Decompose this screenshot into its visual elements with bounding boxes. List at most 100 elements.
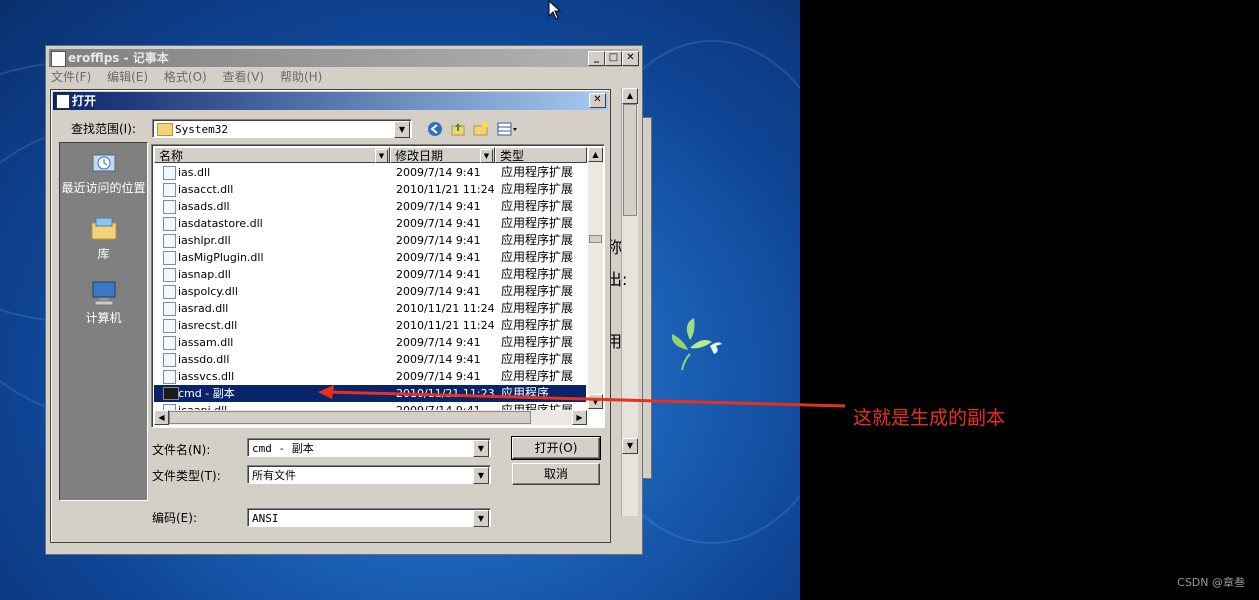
dll-file-icon xyxy=(163,370,176,384)
notepad-title: erofflps - 记事本 xyxy=(68,51,169,65)
scroll-up-icon[interactable]: ▲ xyxy=(588,147,603,162)
minimize-button[interactable]: _ xyxy=(588,51,605,66)
file-type: 应用程序扩展 xyxy=(501,267,574,281)
lookin-value: System32 xyxy=(175,123,228,136)
cancel-button[interactable]: 取消 xyxy=(512,463,600,485)
file-type: 应用程序扩展 xyxy=(501,250,574,264)
filename-input[interactable]: cmd - 副本 ▼ xyxy=(247,438,491,457)
file-type: 应用程序扩展 xyxy=(501,216,574,230)
column-sort-icon[interactable]: ▼ xyxy=(375,149,388,163)
place-libraries-label: 库 xyxy=(97,247,110,261)
cmd-app-icon xyxy=(163,387,179,400)
mouse-cursor-icon xyxy=(548,0,562,20)
dll-file-icon xyxy=(163,251,176,265)
open-file-dialog: 打开 ✕ 查找范围(I): System32 ▼ 最近访问的位置 库 计算机 名… xyxy=(50,89,611,543)
file-row[interactable]: ias.dll 2009/7/14 9:41 应用程序扩展 xyxy=(154,164,586,181)
filetype-value: 所有文件 xyxy=(252,469,296,482)
file-name: iassvcs.dll xyxy=(178,370,235,383)
file-name: iaspolcy.dll xyxy=(178,285,238,298)
dll-file-icon xyxy=(163,319,176,333)
file-row[interactable]: iashlpr.dll 2009/7/14 9:41 应用程序扩展 xyxy=(154,232,586,249)
file-name: IasMigPlugin.dll xyxy=(178,251,264,264)
dll-file-icon xyxy=(163,234,176,248)
file-row[interactable]: iasdatastore.dll 2009/7/14 9:41 应用程序扩展 xyxy=(154,215,586,232)
up-folder-icon[interactable] xyxy=(450,121,466,137)
recent-places-icon xyxy=(92,154,115,172)
column-name[interactable]: 名称 ▼ xyxy=(154,147,390,163)
file-date: 2009/7/14 9:41 xyxy=(396,353,481,366)
file-name: iasads.dll xyxy=(178,200,230,213)
menu-view[interactable]: 查看(V) xyxy=(223,70,265,84)
menu-file[interactable]: 文件(F) xyxy=(51,70,91,84)
filename-value: cmd - 副本 xyxy=(252,442,314,455)
maximize-button[interactable]: □ xyxy=(605,51,622,66)
place-recent-label: 最近访问的位置 xyxy=(61,181,146,195)
file-row[interactable]: iassam.dll 2009/7/14 9:41 应用程序扩展 xyxy=(154,334,586,351)
file-row[interactable]: iasrecst.dll 2010/11/21 11:24 应用程序扩展 xyxy=(154,317,586,334)
places-bar: 最近访问的位置 库 计算机 xyxy=(59,142,148,501)
file-row[interactable]: iasrad.dll 2010/11/21 11:24 应用程序扩展 xyxy=(154,300,586,317)
dll-file-icon xyxy=(163,166,176,180)
file-date: 2009/7/14 9:41 xyxy=(396,336,481,349)
scroll-thumb[interactable] xyxy=(623,104,637,216)
back-icon[interactable] xyxy=(427,121,443,137)
file-row[interactable]: iaspolcy.dll 2009/7/14 9:41 应用程序扩展 xyxy=(154,283,586,300)
notepad-titlebar[interactable]: erofflps - 记事本 _ □ ✕ xyxy=(49,49,639,67)
place-recent[interactable]: 最近访问的位置 xyxy=(60,149,147,196)
place-computer[interactable]: 计算机 xyxy=(60,279,147,326)
column-type[interactable]: 类型 xyxy=(495,147,587,163)
scroll-thumb[interactable] xyxy=(589,235,602,243)
column-sort-icon[interactable]: ▼ xyxy=(480,149,493,163)
file-type: 应用程序扩展 xyxy=(501,352,574,366)
file-type: 应用程序扩展 xyxy=(501,165,574,179)
scroll-down-icon[interactable]: ▼ xyxy=(622,438,638,454)
file-row[interactable]: iasads.dll 2009/7/14 9:41 应用程序扩展 xyxy=(154,198,586,215)
file-name: iasdatastore.dll xyxy=(178,217,263,230)
file-list-vscroll[interactable]: ▲ ▼ xyxy=(588,147,603,409)
file-type: 应用程序扩展 xyxy=(501,233,574,247)
chevron-down-icon[interactable]: ▼ xyxy=(473,440,489,457)
view-menu-icon[interactable] xyxy=(497,121,519,137)
file-date: 2010/11/21 11:24 xyxy=(396,183,495,196)
dialog-close-button[interactable]: ✕ xyxy=(589,93,606,108)
encoding-select[interactable]: ANSI ▼ xyxy=(247,508,491,527)
chevron-down-icon[interactable]: ▼ xyxy=(394,121,410,138)
menu-edit[interactable]: 编辑(E) xyxy=(107,70,148,84)
file-type: 应用程序扩展 xyxy=(501,182,574,196)
file-type: 应用程序扩展 xyxy=(501,318,574,332)
file-row[interactable]: iassdo.dll 2009/7/14 9:41 应用程序扩展 xyxy=(154,351,586,368)
dll-file-icon xyxy=(163,302,176,316)
dialog-title: 打开 xyxy=(72,94,97,108)
dll-file-icon xyxy=(163,183,176,197)
chevron-down-icon[interactable]: ▼ xyxy=(473,510,489,527)
file-name: iasrad.dll xyxy=(178,302,229,315)
close-button[interactable]: ✕ xyxy=(622,51,639,66)
lookin-label: 查找范围(I): xyxy=(71,122,136,136)
dll-file-icon xyxy=(163,285,176,299)
place-libraries[interactable]: 库 xyxy=(60,215,147,262)
scroll-left-icon[interactable]: ◀ xyxy=(154,410,169,425)
column-type-label: 类型 xyxy=(500,149,525,163)
open-button[interactable]: 打开(O) xyxy=(511,436,601,460)
folder-icon xyxy=(157,123,173,136)
menu-help[interactable]: 帮助(H) xyxy=(280,70,322,84)
file-row[interactable]: iasacct.dll 2010/11/21 11:24 应用程序扩展 xyxy=(154,181,586,198)
menu-format[interactable]: 格式(O) xyxy=(164,70,207,84)
libraries-icon xyxy=(91,217,116,240)
annotation-text: 这就是生成的副本 xyxy=(853,407,1006,429)
file-row[interactable]: IasMigPlugin.dll 2009/7/14 9:41 应用程序扩展 xyxy=(154,249,586,266)
notepad-scrollbar[interactable]: ▲ ▼ xyxy=(621,88,638,516)
file-name: iassdo.dll xyxy=(178,353,230,366)
column-date[interactable]: 修改日期 ▼ xyxy=(390,147,495,163)
scroll-up-icon[interactable]: ▲ xyxy=(622,88,638,104)
file-date: 2009/7/14 9:41 xyxy=(396,200,481,213)
dll-file-icon xyxy=(163,200,176,214)
lookin-combo[interactable]: System32 ▼ xyxy=(152,119,412,138)
dialog-titlebar[interactable]: 打开 ✕ xyxy=(53,92,608,110)
new-folder-icon[interactable] xyxy=(473,121,489,137)
chevron-down-icon[interactable]: ▼ xyxy=(473,467,489,484)
filetype-select[interactable]: 所有文件 ▼ xyxy=(247,465,491,484)
dll-file-icon xyxy=(163,353,176,367)
file-row[interactable]: iasnap.dll 2009/7/14 9:41 应用程序扩展 xyxy=(154,266,586,283)
file-type: 应用程序扩展 xyxy=(501,284,574,298)
